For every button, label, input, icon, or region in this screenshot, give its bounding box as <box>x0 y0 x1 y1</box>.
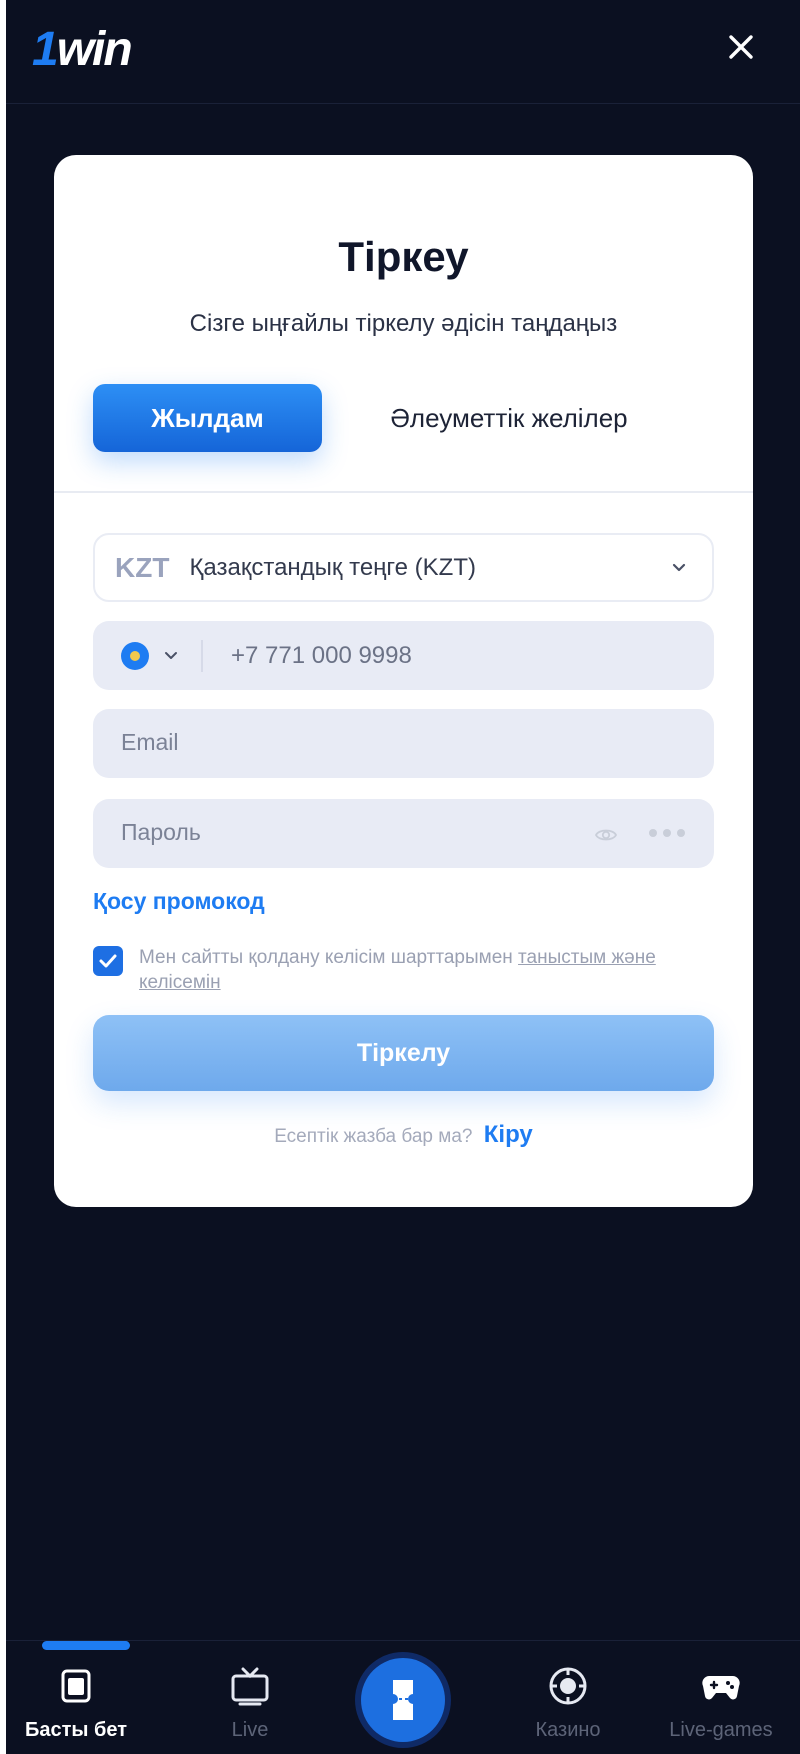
nav-item-casino[interactable]: Казино <box>503 1661 633 1749</box>
eye-icon[interactable] <box>595 824 617 846</box>
add-promocode-link[interactable]: Қосу промокод <box>93 888 265 915</box>
ticket-icon <box>393 1680 413 1720</box>
gamepad-icon <box>702 1676 740 1700</box>
nav-item-live-games[interactable]: Live-games <box>656 1661 786 1749</box>
logo-word: win <box>56 23 133 76</box>
tab-quick[interactable]: Жылдам <box>93 384 322 452</box>
close-button[interactable] <box>724 30 758 64</box>
chevron-down-icon <box>672 563 686 572</box>
active-tab-indicator <box>42 1641 130 1650</box>
agreement-text: Мен сайтты қолдану келісім шарттарымен т… <box>139 945 719 995</box>
page-subtitle: Сізге ыңғайлы тіркелу әдісін таңдаңыз <box>189 310 618 337</box>
login-prompt: Есептік жазба бар ма? <box>274 1126 473 1147</box>
currency-name: Қазақстандық теңге (KZT) <box>189 553 476 581</box>
kazakhstan-flag-icon[interactable] <box>121 641 149 670</box>
nav-label-home: Басты бет <box>24 1719 128 1741</box>
brand-logo[interactable]: 1win <box>32 22 133 77</box>
email-input[interactable] <box>121 729 551 756</box>
country-chevron-down-icon[interactable] <box>163 648 179 664</box>
phone-separator <box>201 639 203 672</box>
email-field-container <box>93 709 714 778</box>
close-icon <box>729 35 753 59</box>
login-row: Есептік жазба бар ма? Кіру <box>54 1121 753 1149</box>
register-button[interactable]: Тіркелу <box>93 1015 714 1091</box>
top-header: 1win <box>6 0 800 104</box>
agreement-text-body: Мен сайтты қолдану келісім шарттарымен <box>139 947 519 968</box>
bottom-navigation: Басты бет Live Казино Live-games <box>6 1640 800 1754</box>
nav-item-home[interactable]: Басты бет <box>11 1661 141 1749</box>
nav-item-live[interactable]: Live <box>185 1661 315 1749</box>
nav-label-live: Live <box>231 1719 269 1741</box>
phone-field <box>93 621 714 690</box>
tab-social-networks[interactable]: Әлеуметтік желілер <box>339 384 679 452</box>
nav-label-casino: Казино <box>535 1719 601 1741</box>
currency-code: KZT <box>115 551 170 583</box>
password-generate-icon[interactable] <box>647 823 687 843</box>
nav-label-live-games: Live-games <box>669 1719 773 1741</box>
login-link[interactable]: Кіру <box>484 1121 533 1148</box>
tv-icon <box>231 1667 269 1706</box>
home-icon <box>61 1669 91 1703</box>
logo-digit: 1 <box>32 23 59 76</box>
agreement-checkbox[interactable] <box>93 946 123 976</box>
left-edge-strip <box>0 0 6 1754</box>
nav-item-bet-slip[interactable] <box>361 1658 445 1742</box>
checkmark-icon <box>99 954 117 968</box>
currency-select[interactable]: KZT Қазақстандық теңге (KZT) <box>93 533 714 602</box>
phone-input[interactable] <box>231 641 671 670</box>
tabs-divider <box>54 491 753 493</box>
password-input[interactable] <box>121 819 551 846</box>
page-title: Тіркеу <box>338 233 469 280</box>
registration-card: Тіркеу Сізге ыңғайлы тіркелу әдісін таңд… <box>54 155 753 1207</box>
password-field-container <box>93 799 714 868</box>
casino-chip-icon <box>549 1667 587 1705</box>
